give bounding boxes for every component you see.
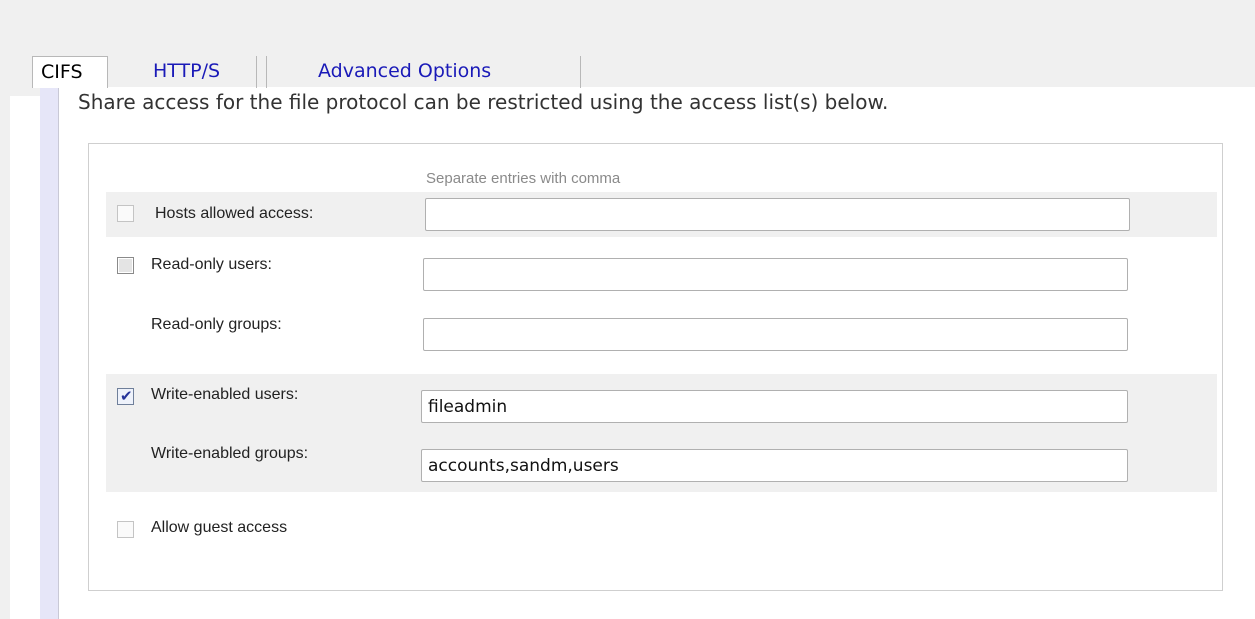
read-only-groups-input[interactable]	[423, 318, 1128, 351]
hosts-allowed-checkbox[interactable]	[117, 205, 134, 222]
write-enabled-users-input[interactable]	[421, 390, 1128, 423]
write-enabled-users-checkbox[interactable]: ✔	[117, 387, 134, 405]
read-only-users-label: Read-only users:	[151, 256, 272, 273]
read-only-users-input[interactable]	[423, 258, 1128, 291]
tab-https[interactable]: HTTP/S	[147, 56, 257, 88]
intro-text: Share access for the file protocol can b…	[78, 90, 889, 114]
allow-guest-label: Allow guest access	[151, 519, 288, 536]
write-enabled-users-label: Write-enabled users:	[151, 386, 299, 403]
left-strip	[0, 96, 10, 619]
write-enabled-groups-input[interactable]	[421, 449, 1128, 482]
hosts-allowed-label: Hosts allowed access:	[155, 205, 314, 222]
write-enabled-groups-label: Write-enabled groups:	[151, 445, 309, 462]
checkmark-icon: ✔	[120, 387, 133, 405]
tab-cifs[interactable]: CIFS	[32, 56, 108, 88]
read-only-groups-label: Read-only groups:	[151, 316, 282, 333]
hosts-allowed-input[interactable]	[425, 198, 1130, 231]
read-only-users-checkbox[interactable]	[117, 257, 134, 274]
tab-advanced-options[interactable]: Advanced Options	[266, 56, 581, 88]
separator-hint: Separate entries with comma	[426, 170, 621, 187]
allow-guest-checkbox[interactable]	[117, 521, 134, 538]
